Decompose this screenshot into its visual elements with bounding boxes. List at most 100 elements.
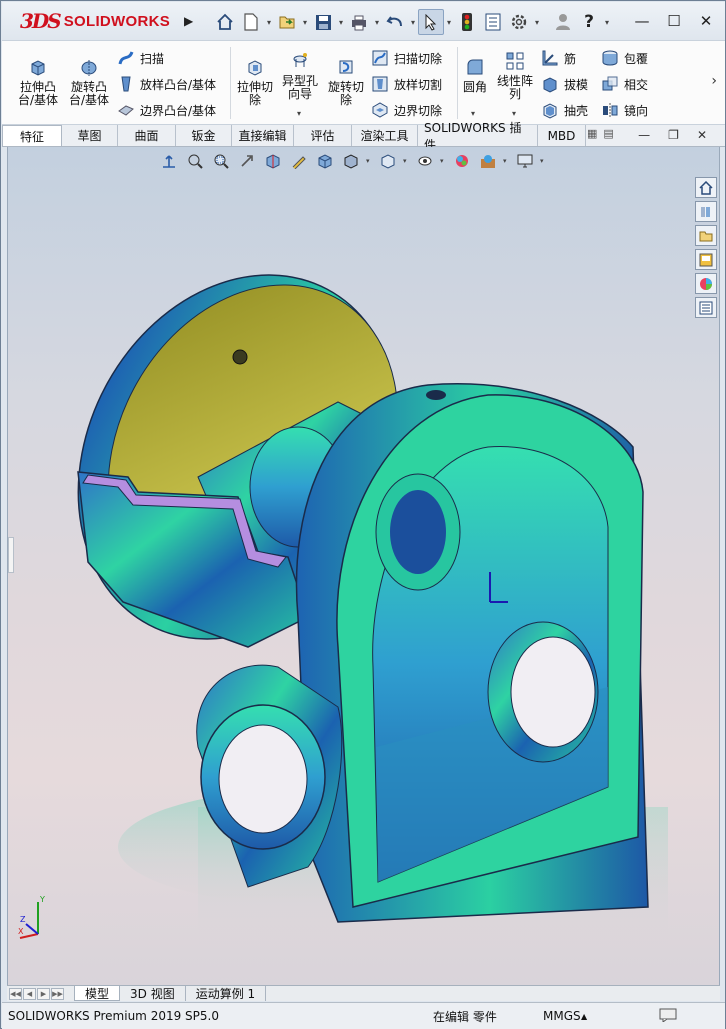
fillet-label: 圆角 [462,80,487,94]
tab-model[interactable]: 模型 [74,986,121,1001]
fillet-button[interactable]: 圆角 [460,55,490,94]
linear-pattern-label: 线性阵 列 [496,74,533,101]
mirror-label: 镜向 [624,103,649,118]
user-icon[interactable] [550,9,576,35]
last-tab-arrow-icon[interactable]: ▶▶ [51,987,64,1000]
select-dropdown-icon[interactable]: ▾ [444,18,454,27]
solidworks-logo[interactable]: 3DS SOLIDWORKS ▶ [20,6,193,36]
tab-label: 特征 [19,129,44,144]
help-dropdown-icon[interactable]: ▾ [602,18,612,27]
hole-wizard-button[interactable]: 异型孔 向导 [280,49,320,101]
open-icon[interactable] [274,9,300,35]
options-dropdown-icon[interactable]: ▾ [532,18,542,27]
swept-cut-button[interactable]: 扫描切除 [370,47,442,69]
lofted-cut-label: 放样切割 [394,77,443,92]
revolve-cut-icon [334,55,358,79]
hole-wizard-dropdown-icon[interactable]: ▾ [297,109,301,118]
tab-motion-study[interactable]: 运动算例 1 [186,986,267,1001]
print-dropdown-icon[interactable]: ▾ [372,18,382,27]
print-icon[interactable] [346,9,372,35]
extrude-cut-button[interactable]: 拉伸切 除 [234,55,276,107]
revolve-cut-button[interactable]: 旋转切 除 [325,55,367,107]
tab-sheet-metal[interactable]: 钣金 [176,125,232,146]
intersect-icon [600,74,620,94]
extrude-cut-icon [243,55,267,79]
file-properties-icon[interactable] [480,9,506,35]
home-icon[interactable] [212,9,238,35]
part-model-render[interactable] [8,147,720,985]
wrap-icon [600,48,620,68]
new-dropdown-icon[interactable]: ▾ [264,18,274,27]
lofted-cut-button[interactable]: 放样切割 [370,73,442,95]
linear-pattern-dropdown-icon[interactable]: ▾ [512,109,516,118]
tab-features[interactable]: 特征 [2,125,62,146]
sweep-label: 扫描 [140,51,165,66]
select-cursor-icon[interactable] [418,9,444,35]
first-tab-arrow-icon[interactable]: ◀◀ [9,987,22,1000]
save-dropdown-icon[interactable]: ▾ [336,18,346,27]
doc-restore-icon[interactable]: ❐ [668,128,679,142]
intersect-button[interactable]: 相交 [600,73,648,95]
tab-evaluate[interactable]: 评估 [294,125,352,146]
command-manager-ribbon: 拉伸凸 台/基体 旋转凸 台/基体 扫描 放样凸台/基体 边界凸台/基体 拉伸切… [2,40,725,125]
rib-icon [540,48,560,68]
ribbon-expand-chevron-icon[interactable]: › [711,73,717,89]
rebuild-light-icon[interactable] [454,9,480,35]
feature-manager-tab-icon[interactable]: ▦ [587,127,597,140]
ribbon-separator [457,47,458,119]
tab-render-tools[interactable]: 渲染工具 [352,125,418,146]
undo-icon[interactable] [382,9,408,35]
tab-3d-views[interactable]: 3D 视图 [120,986,186,1001]
loft-boss-button[interactable]: 放样凸台/基体 [116,73,216,95]
property-manager-tab-icon[interactable]: ▤ [603,127,613,140]
close-icon[interactable]: ✕ [693,10,719,32]
maximize-icon[interactable]: ☐ [661,10,687,32]
boundary-cut-label: 边界切除 [394,103,443,118]
rib-label: 筋 [564,51,577,66]
mirror-icon [600,100,620,120]
undo-dropdown-icon[interactable]: ▾ [408,18,418,27]
reference-triad[interactable]: Y X Z [16,890,56,943]
tab-label: 评估 [310,129,335,143]
rib-button[interactable]: 筋 [540,47,576,69]
wrap-button[interactable]: 包覆 [600,47,648,69]
model-tabs-bar: ◀◀ ◀ ▶ ▶▶ 模型 3D 视图 运动算例 1 [7,985,720,1001]
tab-surfaces[interactable]: 曲面 [118,125,176,146]
options-gear-icon[interactable] [506,9,532,35]
menu-expand-arrow-icon[interactable]: ▶ [184,14,193,28]
prev-tab-arrow-icon[interactable]: ◀ [23,987,36,1000]
new-document-icon[interactable] [238,9,264,35]
extrude-boss-button[interactable]: 拉伸凸 台/基体 [16,55,60,107]
status-message-icon[interactable] [659,1008,677,1025]
unit-system[interactable]: MMGS [537,1009,581,1023]
doc-minimize-icon[interactable]: — [638,128,650,142]
open-dropdown-icon[interactable]: ▾ [300,18,310,27]
fillet-dropdown-icon[interactable]: ▾ [471,109,475,118]
shell-button[interactable]: 抽壳 [540,99,588,121]
linear-pattern-button[interactable]: 线性阵 列 [494,49,536,101]
tab-solidworks-addins[interactable]: SOLIDWORKS 插件 [418,121,538,152]
tab-mbd[interactable]: MBD [538,125,586,146]
help-icon[interactable]: ? [576,9,602,35]
draft-label: 拔模 [564,77,589,92]
tab-direct-editing[interactable]: 直接编辑 [232,125,294,146]
minimize-icon[interactable]: — [629,10,655,32]
tab-sketch[interactable]: 草图 [62,125,118,146]
hole-wizard-icon [288,49,312,73]
title-bar: 3DS SOLIDWORKS ▶ ▾ ▾ ▾ ▾ ▾ ▾ ▾ ? ▾ — ☐ ✕ [2,2,725,40]
unit-system-caret-icon[interactable]: ▲ [581,1012,641,1021]
boundary-boss-icon [116,100,136,120]
next-tab-arrow-icon[interactable]: ▶ [37,987,50,1000]
doc-close-icon[interactable]: ✕ [697,128,707,142]
draft-button[interactable]: 拔模 [540,73,588,95]
mirror-button[interactable]: 镜向 [600,99,648,121]
boundary-boss-button[interactable]: 边界凸台/基体 [116,99,216,121]
tab-icon-strip: ▦ ▤ [587,127,614,140]
revolve-boss-button[interactable]: 旋转凸 台/基体 [66,55,112,107]
shell-label: 抽壳 [564,103,589,118]
save-icon[interactable] [310,9,336,35]
graphics-area[interactable]: ▾ ▾ ▾ ▾ ▾ Y X Z [7,147,720,985]
sweep-button[interactable]: 扫描 [116,47,164,69]
right-boss-hole [510,636,596,748]
svg-text:Z: Z [20,915,26,924]
